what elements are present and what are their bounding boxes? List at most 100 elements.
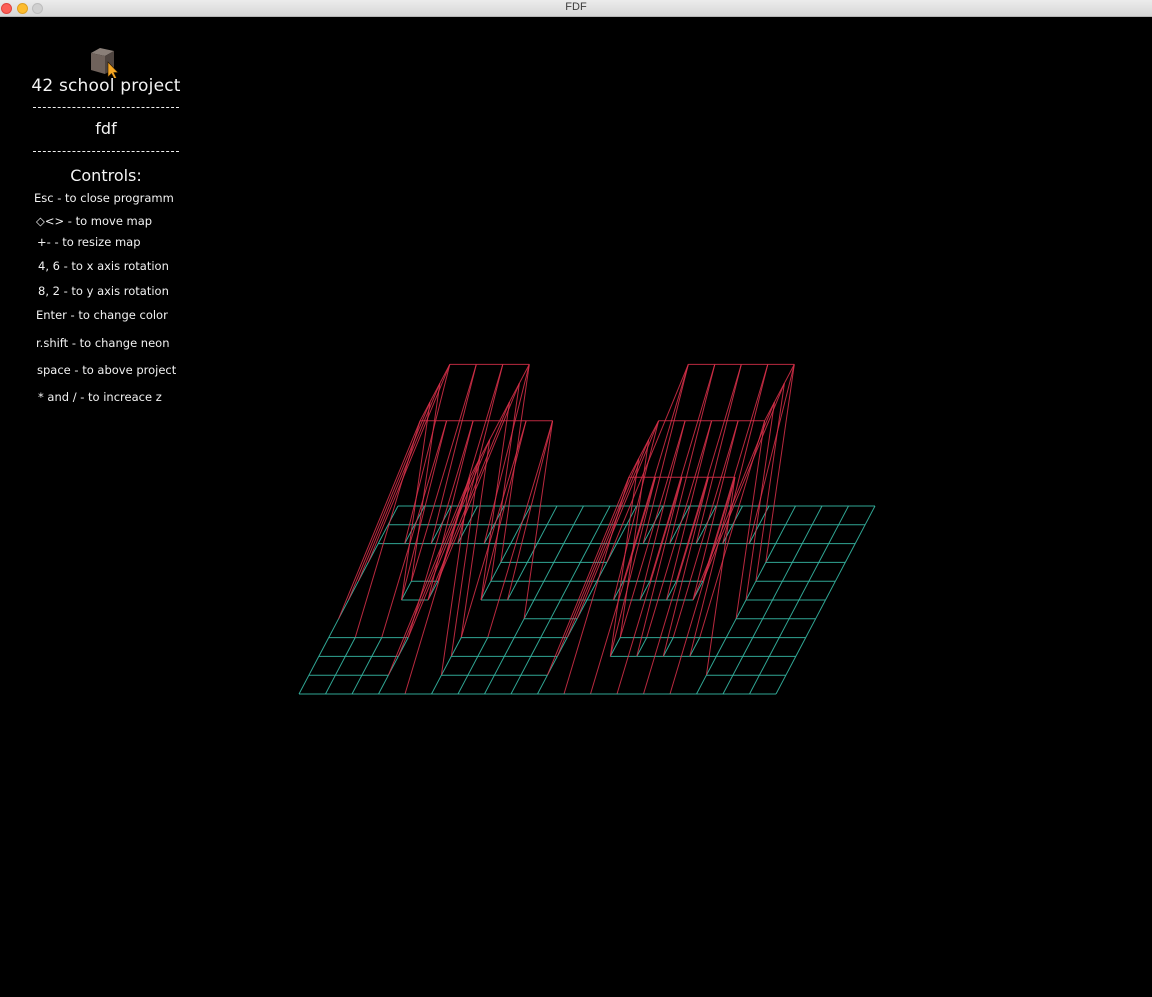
- wireframe-edge: [825, 580, 836, 601]
- wireframe-edge: [546, 477, 630, 676]
- wireframe-edge: [702, 383, 785, 582]
- wireframe-edge: [805, 618, 817, 638]
- wireframe-edge: [675, 364, 742, 582]
- project-title: 42 school project: [31, 76, 181, 96]
- cube-logo-icon: [91, 48, 119, 78]
- divider: [33, 107, 179, 108]
- wireframe-edge: [480, 401, 510, 601]
- wireframe-edge: [437, 383, 520, 582]
- wireframe-edge: [801, 524, 813, 544]
- wireframe-edge: [705, 477, 736, 676]
- wireframe-edge: [696, 674, 707, 695]
- fdf-window: FDF 42 school project fdf Controls: Esc …: [0, 0, 1152, 997]
- wireframe-edge: [308, 656, 320, 676]
- wireframe-edge: [361, 656, 373, 676]
- wireframe-edge: [507, 580, 518, 601]
- wireframe-edge: [699, 420, 766, 638]
- wireframe-edge: [785, 505, 796, 526]
- wireframe-edge: [483, 364, 530, 544]
- controls-title: Controls:: [70, 166, 142, 185]
- wireframe-edge: [636, 637, 648, 657]
- wireframe-edge: [834, 562, 846, 582]
- wireframe-edge: [467, 656, 479, 676]
- wireframe-edge: [576, 420, 660, 619]
- wireframe-edge: [590, 477, 656, 695]
- wireframe-edge: [745, 401, 775, 601]
- wireframe-edge: [648, 420, 660, 440]
- wireframe-edge: [460, 420, 527, 638]
- wireframe-edge: [516, 562, 528, 582]
- wireframe-edge: [325, 674, 336, 695]
- wireframe-edge: [791, 543, 803, 563]
- wireframe-edge: [616, 477, 683, 695]
- wireframe-edge: [536, 524, 548, 544]
- wireframe-edge: [702, 364, 769, 582]
- wireframe-edge: [775, 674, 787, 695]
- wireframe-edge: [334, 656, 346, 676]
- control-neon: r.shift - to change neon: [36, 336, 170, 350]
- wireframe-edge: [732, 656, 744, 676]
- wireframe-edge: [619, 420, 686, 638]
- wireframe-edge: [579, 543, 591, 563]
- wireframe-edge: [530, 637, 542, 657]
- control-y-rotation: 8, 2 - to y axis rotation: [38, 284, 169, 298]
- wireframe-edge: [748, 364, 795, 544]
- wireframe-edge: [477, 637, 489, 657]
- wireframe-edge: [599, 505, 611, 526]
- wireframe-edge: [808, 562, 820, 582]
- wireframe-map[interactable]: [0, 0, 1152, 997]
- wireframe-edge: [672, 420, 739, 638]
- wireframe-edge: [689, 477, 736, 657]
- wireframe-edge: [437, 364, 504, 582]
- wireframe-edge: [788, 599, 800, 620]
- wireframe-edge: [507, 420, 554, 601]
- wireframe-edge: [487, 420, 554, 638]
- wireframe-edge: [722, 674, 734, 695]
- control-color: Enter - to change color: [36, 308, 168, 322]
- wireframe-edge: [838, 505, 849, 526]
- wireframe-edge: [553, 543, 565, 563]
- wireframe-edge: [844, 543, 856, 563]
- wireframe-edge: [354, 420, 421, 638]
- wireframe-edge: [781, 562, 793, 582]
- control-projection: space - to above project: [37, 363, 177, 377]
- wireframe-edge: [649, 364, 716, 582]
- wireframe-edge: [503, 637, 515, 657]
- wireframe-edge: [367, 364, 451, 563]
- control-close: Esc - to close programm: [34, 191, 174, 205]
- wireframe-edge: [669, 477, 736, 695]
- wireframe-edge: [480, 420, 527, 601]
- wireframe-edge: [550, 599, 561, 620]
- wireframe-edge: [520, 656, 532, 676]
- wireframe-edge: [427, 401, 510, 601]
- wireframe-edge: [371, 637, 383, 657]
- wireframe-edge: [348, 401, 431, 601]
- wireframe-edge: [560, 580, 571, 601]
- wireframe-edge: [772, 580, 783, 601]
- wireframe-edge: [758, 656, 770, 676]
- wireframe-edge: [540, 618, 552, 638]
- wireframe-edge: [749, 674, 760, 695]
- wireframe-edge: [563, 524, 575, 544]
- wireframe-edge: [762, 599, 773, 620]
- wireframe-edge: [523, 420, 554, 619]
- wireframe-edge: [533, 580, 545, 601]
- wireframe-edge: [573, 505, 584, 526]
- wireframe-edge: [854, 524, 866, 544]
- wireframe-edge: [811, 505, 823, 526]
- wireframe-edge: [387, 477, 471, 676]
- wireframe-edge: [646, 420, 713, 638]
- wireframe-edge: [381, 420, 448, 638]
- wireframe-edge: [493, 656, 505, 676]
- wireframe-edge: [768, 637, 780, 657]
- wireframe-edge: [404, 364, 451, 544]
- wireframe-edge: [546, 505, 558, 526]
- wireframe-edge: [742, 637, 754, 657]
- wireframe-edge: [431, 674, 442, 695]
- wireframe-edge: [357, 383, 441, 582]
- wireframe-edge: [328, 618, 340, 638]
- divider: [33, 151, 179, 152]
- wireframe-edge: [725, 618, 737, 638]
- control-move: ◇<> - to move map: [36, 214, 153, 228]
- wireframe-edge: [692, 401, 775, 601]
